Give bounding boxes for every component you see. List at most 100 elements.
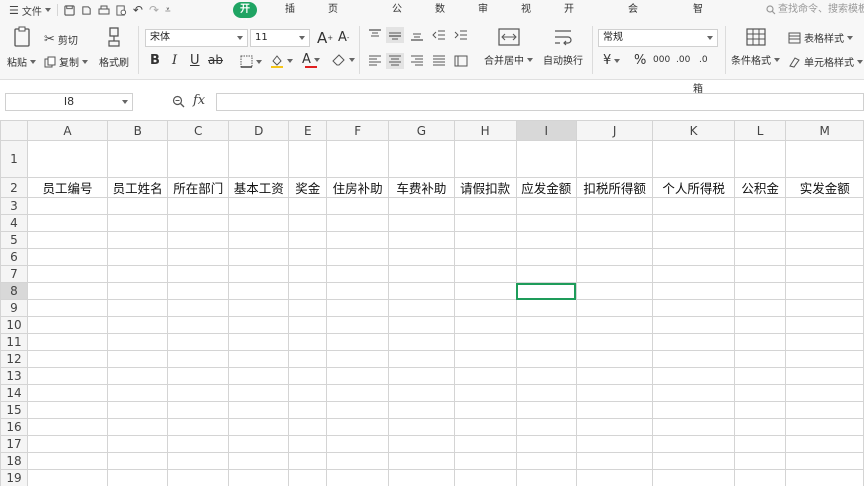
table-cell[interactable] bbox=[652, 231, 735, 249]
table-cell[interactable] bbox=[228, 299, 290, 317]
table-cell[interactable] bbox=[575, 435, 654, 453]
table-cell[interactable] bbox=[26, 350, 109, 368]
column-header[interactable]: D bbox=[228, 120, 290, 141]
row-header[interactable]: 9 bbox=[0, 299, 28, 317]
table-cell[interactable] bbox=[228, 333, 290, 351]
table-cell[interactable] bbox=[575, 418, 654, 436]
table-cell[interactable] bbox=[575, 282, 654, 300]
table-cell[interactable] bbox=[652, 282, 735, 300]
table-cell[interactable] bbox=[515, 231, 577, 249]
table-cell[interactable] bbox=[733, 248, 787, 266]
table-cell[interactable] bbox=[515, 435, 577, 453]
table-cell[interactable] bbox=[388, 435, 455, 453]
table-cell[interactable] bbox=[515, 214, 577, 232]
increase-indent-icon[interactable] bbox=[454, 29, 468, 41]
row-header[interactable]: 17 bbox=[0, 435, 28, 453]
row-header[interactable]: 16 bbox=[0, 418, 28, 436]
table-cell[interactable] bbox=[652, 367, 735, 385]
table-cell[interactable] bbox=[26, 401, 109, 419]
tab-page-layout[interactable]: 页面布局 bbox=[328, 0, 338, 75]
table-header-cell[interactable]: 员工姓名 bbox=[107, 177, 169, 198]
row-header[interactable]: 10 bbox=[0, 316, 28, 334]
table-cell[interactable] bbox=[575, 265, 654, 283]
grid-cell[interactable] bbox=[167, 469, 230, 486]
table-cell[interactable] bbox=[26, 435, 109, 453]
table-cell[interactable] bbox=[575, 384, 654, 402]
grid-cell[interactable] bbox=[228, 469, 290, 486]
table-cell[interactable] bbox=[326, 333, 390, 351]
table-cell[interactable] bbox=[785, 248, 864, 266]
table-cell[interactable] bbox=[575, 350, 654, 368]
table-cell[interactable] bbox=[228, 248, 290, 266]
table-cell[interactable] bbox=[107, 197, 169, 215]
print-icon[interactable] bbox=[95, 0, 113, 20]
grid-cell[interactable] bbox=[652, 452, 735, 470]
row-header[interactable]: 4 bbox=[0, 214, 28, 232]
table-cell[interactable] bbox=[167, 299, 230, 317]
row-header[interactable]: 14 bbox=[0, 384, 28, 402]
table-header-cell[interactable]: 实发金额 bbox=[785, 177, 864, 198]
table-cell[interactable] bbox=[453, 401, 517, 419]
table-header-cell[interactable]: 公积金 bbox=[733, 177, 787, 198]
grid-cell[interactable] bbox=[167, 452, 230, 470]
table-cell[interactable] bbox=[167, 350, 230, 368]
table-cell[interactable] bbox=[326, 367, 390, 385]
copy-button[interactable]: 复制 bbox=[44, 54, 88, 69]
table-cell[interactable] bbox=[167, 418, 230, 436]
table-cell[interactable] bbox=[107, 401, 169, 419]
formula-input[interactable] bbox=[216, 93, 864, 111]
table-cell[interactable] bbox=[228, 384, 290, 402]
table-cell[interactable] bbox=[453, 367, 517, 385]
table-cell[interactable] bbox=[228, 282, 290, 300]
table-cell[interactable] bbox=[652, 333, 735, 351]
zoom-icon[interactable] bbox=[172, 95, 185, 108]
table-cell[interactable] bbox=[228, 231, 290, 249]
active-cell[interactable] bbox=[515, 282, 577, 300]
conditional-format-button[interactable]: 条件格式 bbox=[731, 28, 780, 67]
table-header-cell[interactable]: 所在部门 bbox=[167, 177, 230, 198]
grid-cell[interactable] bbox=[388, 452, 455, 470]
table-cell[interactable] bbox=[167, 214, 230, 232]
increase-decimal-icon[interactable]: .00 bbox=[676, 55, 690, 65]
table-header-cell[interactable]: 车费补助 bbox=[388, 177, 455, 198]
table-cell[interactable] bbox=[785, 435, 864, 453]
table-cell[interactable] bbox=[733, 367, 787, 385]
table-cell[interactable] bbox=[326, 282, 390, 300]
table-cell[interactable] bbox=[326, 384, 390, 402]
font-color-icon[interactable]: A bbox=[302, 52, 320, 68]
paste-button[interactable]: 粘贴 bbox=[7, 26, 36, 69]
cut-button[interactable]: ✂ 剪切 bbox=[44, 32, 78, 47]
table-cell[interactable] bbox=[388, 316, 455, 334]
clear-format-icon[interactable] bbox=[332, 54, 355, 66]
table-cell[interactable] bbox=[228, 265, 290, 283]
customize-toolbar-icon[interactable]: ⩡ bbox=[162, 0, 174, 20]
name-box[interactable]: I8 bbox=[5, 93, 133, 111]
grid-cell[interactable] bbox=[288, 469, 328, 486]
table-cell[interactable] bbox=[107, 384, 169, 402]
table-cell[interactable] bbox=[107, 214, 169, 232]
table-cell[interactable] bbox=[652, 265, 735, 283]
distributed-icon[interactable] bbox=[454, 55, 468, 67]
table-cell[interactable] bbox=[785, 350, 864, 368]
table-cell[interactable] bbox=[107, 333, 169, 351]
table-cell[interactable] bbox=[733, 350, 787, 368]
table-cell[interactable] bbox=[26, 231, 109, 249]
table-cell[interactable] bbox=[288, 299, 328, 317]
table-cell[interactable] bbox=[326, 435, 390, 453]
grid-cell[interactable] bbox=[388, 140, 455, 178]
table-cell[interactable] bbox=[326, 197, 390, 215]
table-cell[interactable] bbox=[575, 197, 654, 215]
table-cell[interactable] bbox=[288, 350, 328, 368]
table-header-cell[interactable]: 住房补助 bbox=[326, 177, 390, 198]
table-cell[interactable] bbox=[733, 435, 787, 453]
row-header-selected[interactable]: 8 bbox=[0, 282, 28, 300]
table-cell[interactable] bbox=[26, 316, 109, 334]
column-header[interactable]: G bbox=[388, 120, 455, 141]
table-cell[interactable] bbox=[388, 350, 455, 368]
table-cell[interactable] bbox=[453, 214, 517, 232]
table-cell[interactable] bbox=[228, 350, 290, 368]
grid-cell[interactable] bbox=[453, 469, 517, 486]
table-cell[interactable] bbox=[785, 401, 864, 419]
table-cell[interactable] bbox=[388, 214, 455, 232]
grid-cell[interactable] bbox=[733, 140, 787, 178]
